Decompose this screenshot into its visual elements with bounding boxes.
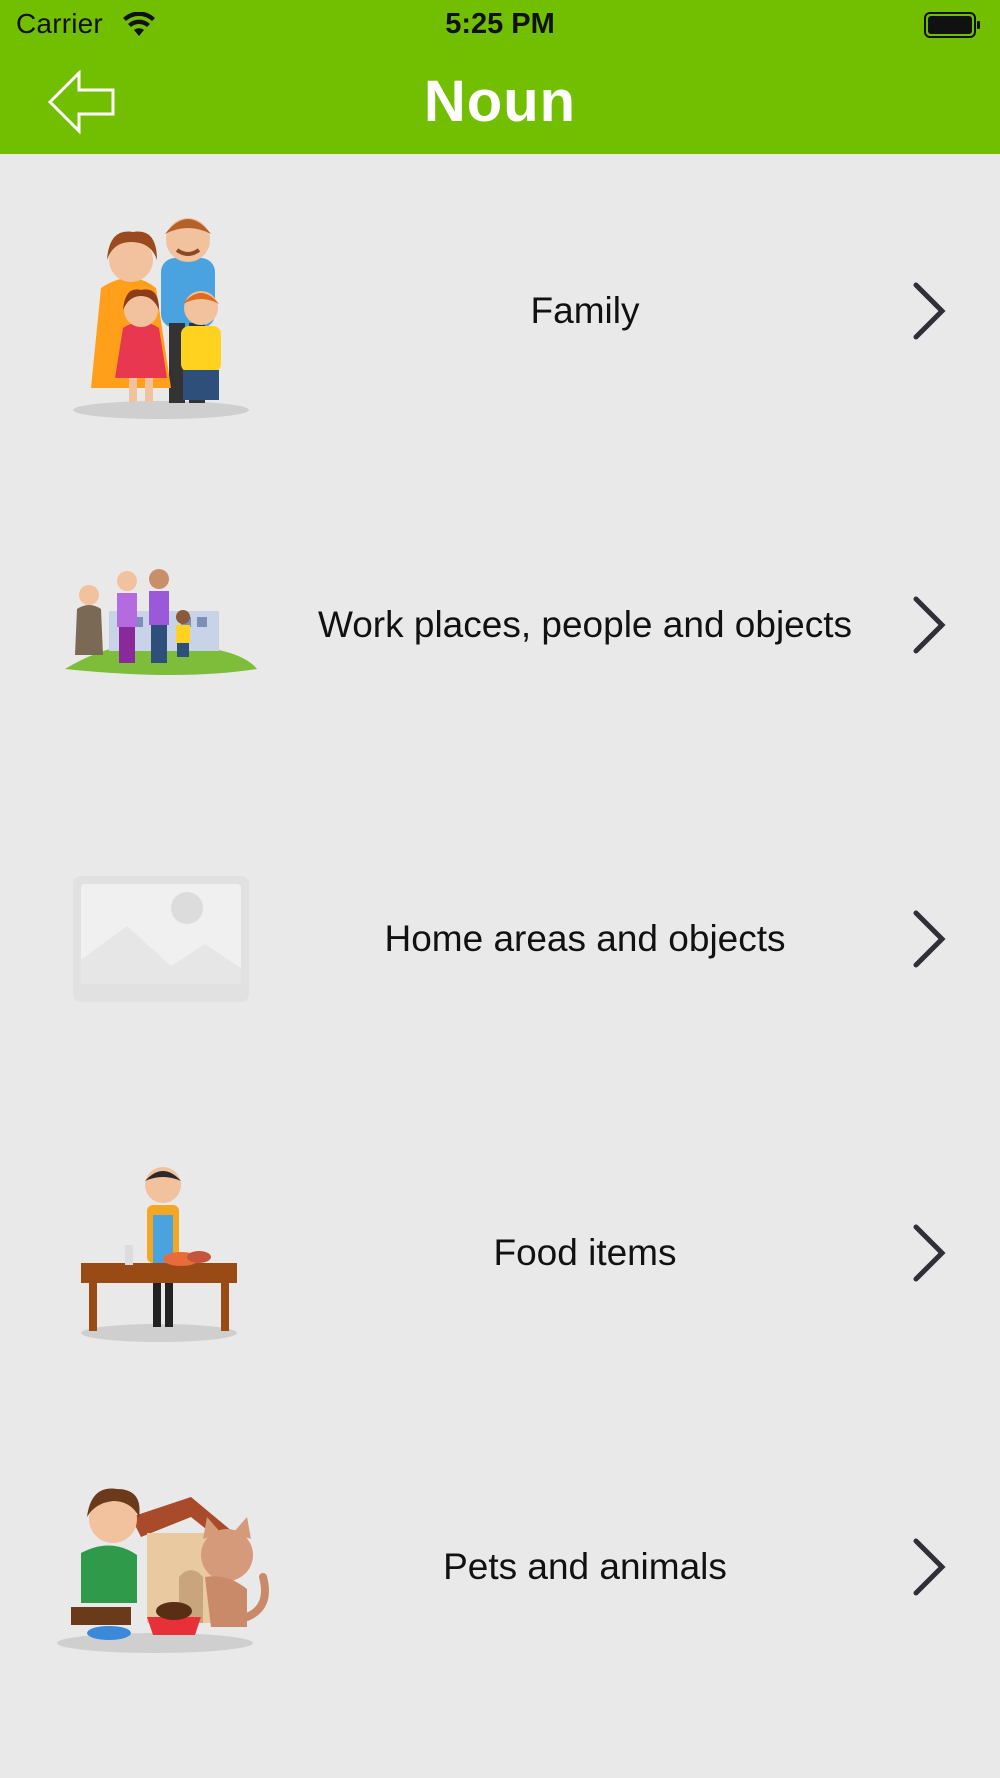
chevron-right-icon: [913, 596, 946, 654]
image-placeholder-icon: [48, 826, 274, 1052]
status-time: 5:25 PM: [445, 8, 555, 40]
list-item-label: Family: [530, 290, 640, 331]
category-list: Family Work places, people and objects H…: [0, 154, 1000, 1724]
pets-illustration: [48, 1454, 274, 1680]
workplace-people-illustration: [48, 512, 274, 738]
chevron-right-icon: [913, 1224, 946, 1282]
chevron-right-icon: [913, 910, 946, 968]
page-title: Noun: [423, 69, 577, 134]
battery-icon: [924, 12, 980, 38]
food-vendor-illustration: [48, 1140, 274, 1366]
status-bar: Carrier 5:25 PM: [0, 0, 1000, 50]
list-item-home-areas[interactable]: Home areas and objects: [0, 782, 1000, 1096]
list-item-label: Food items: [493, 1232, 677, 1273]
family-illustration: [48, 198, 274, 424]
chevron-right-icon: [913, 282, 946, 340]
list-item-label: Work places, people and objects: [317, 604, 853, 645]
list-item-label: Home areas and objects: [384, 918, 786, 959]
list-item-pets-animals[interactable]: Pets and animals: [0, 1410, 1000, 1724]
list-item-work-places[interactable]: Work places, people and objects: [0, 468, 1000, 782]
list-item-label: Pets and animals: [443, 1546, 727, 1587]
nav-header: Noun: [0, 50, 1000, 154]
list-item-family[interactable]: Family: [0, 154, 1000, 468]
chevron-right-icon: [913, 1538, 946, 1596]
list-item-food-items[interactable]: Food items: [0, 1096, 1000, 1410]
